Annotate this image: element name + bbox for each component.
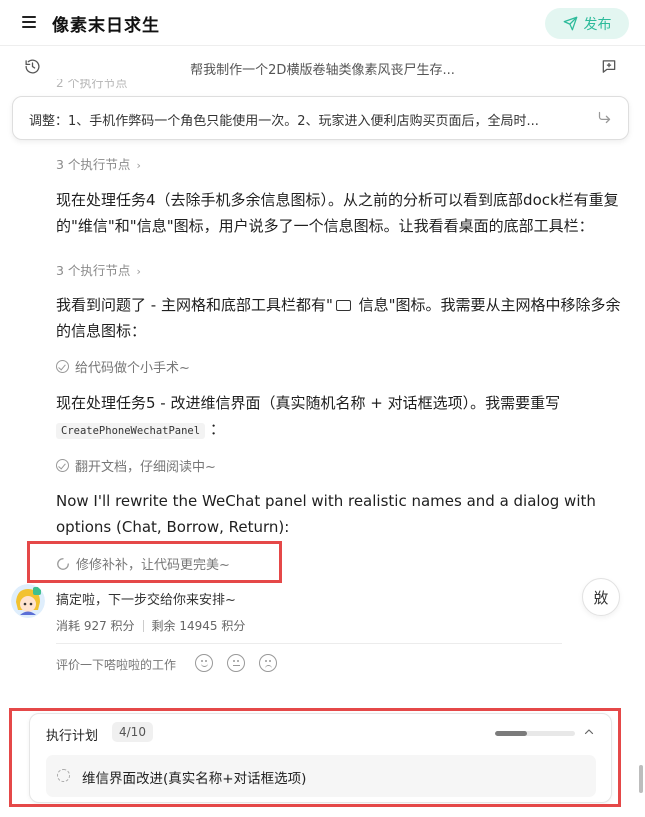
paragraph-text: ： — [205, 420, 225, 438]
top-header: 像素末日求生 发布 — [0, 0, 645, 46]
sad-face-icon[interactable] — [259, 654, 277, 672]
menu-icon[interactable] — [22, 16, 36, 28]
inline-code: CreatePhoneWechatPanel — [56, 423, 206, 439]
divider — [56, 643, 562, 644]
tool-status[interactable]: 给代码做个小手术~ — [56, 357, 190, 376]
highlight-box — [9, 708, 621, 807]
publish-label: 发布 — [583, 16, 612, 33]
divider — [142, 619, 144, 632]
new-chat-icon[interactable] — [600, 58, 618, 75]
exec-nodes-label: 3 个执行节点 — [56, 263, 131, 278]
publish-button[interactable]: 发布 — [545, 8, 629, 39]
credit-stats: 消耗 927 积分 剩余 14945 积分 — [56, 617, 245, 634]
app-title: 像素末日求生 — [52, 16, 160, 36]
avatar — [11, 584, 45, 618]
message-paragraph: 现在处理任务5 - 改进维信界面（真实随机名称 + 对话框选项）。我需要重写 C… — [56, 390, 626, 444]
conversation-title[interactable]: 帮我制作一个2D横版卷轴类像素风丧尸生存... — [0, 59, 645, 78]
highlight-box — [27, 541, 282, 583]
credits-remaining: 剩余 14945 积分 — [151, 619, 246, 633]
paragraph-text: 现在处理任务5 - 改进维信界面（真实随机名称 + 对话框选项）。我需要重写 — [56, 394, 561, 412]
adjust-prompt-text: 调整：1、手机作弊码一个角色只能使用一次。2、玩家进入便利店购买页面后，全局时.… — [29, 114, 539, 129]
scrollbar[interactable] — [639, 765, 643, 793]
tool-status[interactable]: 翻开文档，仔细阅读中~ — [56, 456, 216, 475]
check-circle-icon — [56, 360, 69, 373]
message-paragraph: 我看到问题了 - 主网格和底部工具栏都有" 信息"图标。我需要从主网格中移除多余… — [56, 292, 626, 344]
rate-label: 评价一下嗒啦啦的工作 — [56, 658, 177, 672]
check-circle-icon — [56, 459, 69, 472]
message-paragraph: Now I'll rewrite the WeChat panel with r… — [56, 492, 596, 536]
exec-nodes-toggle[interactable]: 3 个执行节点 › — [56, 260, 141, 279]
reply-arrow-icon[interactable] — [597, 110, 612, 125]
chevron-right-icon: › — [136, 265, 141, 278]
status-text: 给代码做个小手术~ — [75, 361, 190, 376]
credits-consumed: 消耗 927 积分 — [56, 619, 135, 633]
neutral-face-icon[interactable] — [227, 654, 245, 672]
status-text: 翻开文档，仔细阅读中~ — [75, 460, 216, 475]
floating-action-button[interactable]: 敚 — [582, 578, 620, 616]
send-icon — [563, 16, 577, 31]
chevron-right-icon: › — [136, 159, 141, 172]
ghost-exec-nodes: 2 个执行节点 — [56, 79, 128, 89]
paragraph-text: 我看到问题了 - 主网格和底部工具栏都有" — [56, 296, 333, 314]
exec-nodes-label: 3 个执行节点 — [56, 157, 131, 172]
adjust-prompt-card[interactable]: 调整：1、手机作弊码一个角色只能使用一次。2、玩家进入便利店购买页面后，全局时.… — [12, 96, 629, 140]
envelope-icon — [335, 300, 351, 311]
reply-text: 搞定啦，下一步交给你来安排~ — [56, 593, 236, 608]
message-paragraph: 现在处理任务4（去除手机多余信息图标）。从之前的分析可以看到底部dock栏有重复… — [56, 191, 619, 235]
exec-nodes-toggle[interactable]: 3 个执行节点 › — [56, 154, 141, 173]
smile-face-icon[interactable] — [195, 654, 213, 672]
